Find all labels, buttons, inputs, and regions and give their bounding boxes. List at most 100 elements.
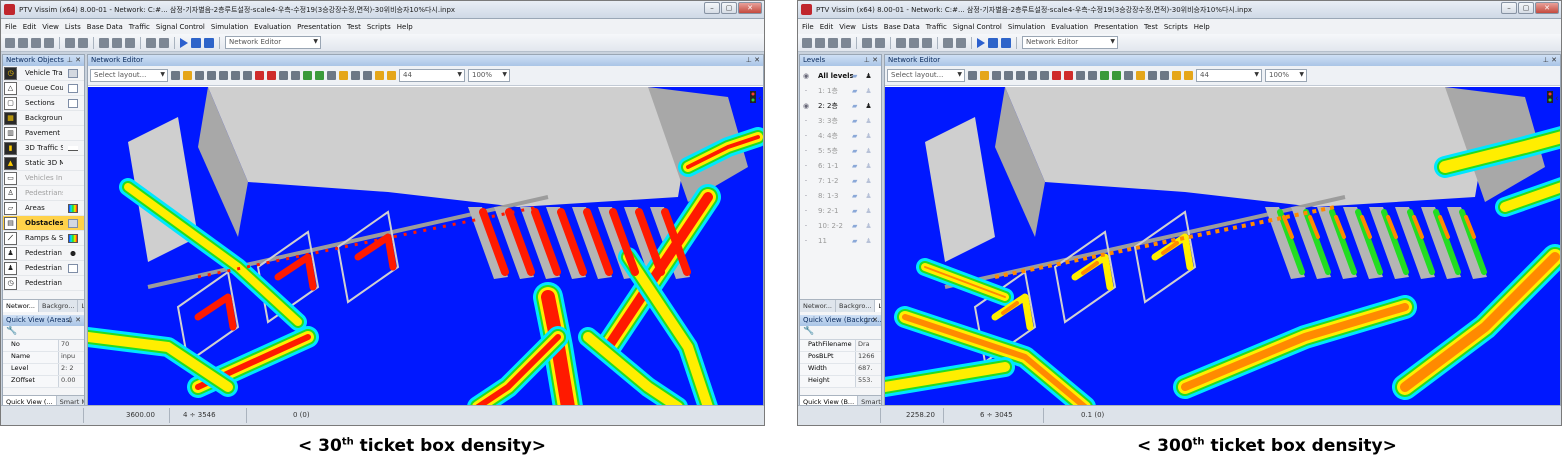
trash-icon[interactable] [231,71,240,80]
pin-icon[interactable]: ⊥ ✕ [864,56,878,64]
level-input[interactable]: 44 ▼ [399,69,465,82]
layout-select[interactable]: Select layout... ▼ [887,69,965,82]
menu-edit[interactable]: Edit [820,23,834,31]
editor-type-select[interactable]: Network Editor ▼ [1022,36,1118,49]
vehicle-visibility-icon[interactable]: ▰ [852,102,857,110]
quick-view-row[interactable]: Width 687. [800,364,881,376]
network-object-row[interactable]: ▭ Vehicles In [3,171,84,186]
network-object-row[interactable]: △ Queue Cou [3,81,84,96]
pedestrian-visibility-icon[interactable]: ♟ [865,192,871,200]
3d-icon[interactable] [159,37,169,48]
attribute-value[interactable]: Dra [856,340,870,351]
style-swatch-icon[interactable] [68,98,78,108]
record-icon[interactable] [1172,71,1181,80]
level-row[interactable]: · 9: 2-1 ▰ ♟ [800,203,881,218]
menu-view[interactable]: View [839,23,856,31]
menu-file[interactable]: File [802,23,814,31]
save-layout-icon[interactable] [841,37,851,48]
network-object-row[interactable]: ◷ Pedestrian [3,276,84,291]
wrench-icon[interactable]: 🔧 [803,326,814,336]
network-icon[interactable] [99,37,109,48]
chart-icon[interactable] [125,37,135,48]
hidden-eye-icon[interactable]: · [800,222,812,230]
level-row[interactable]: · 6: 1-1 ▰ ♟ [800,158,881,173]
menu-simulation[interactable]: Simulation [1008,23,1045,31]
attribute-value[interactable]: 0.00 [59,376,75,387]
list-icon[interactable] [112,37,122,48]
vehicle-visibility-icon[interactable]: ▰ [852,192,857,200]
network-object-row[interactable]: ▥ Pavement [3,126,84,141]
screenshot-icon[interactable] [1184,71,1193,80]
style-swatch-icon[interactable] [68,145,78,151]
pedestrian-visibility-icon[interactable]: ♟ [865,102,871,110]
hand-icon[interactable] [327,71,336,80]
vehicle-visibility-icon[interactable]: ▰ [852,207,857,215]
quick-view-row[interactable]: Name inpu [3,352,84,364]
hidden-eye-icon[interactable]: · [800,177,812,185]
back-arrow-icon[interactable] [1100,71,1109,80]
save-layout-icon[interactable] [44,37,54,48]
level-row[interactable]: · 5: 5층 ▰ ♟ [800,143,881,158]
hidden-eye-icon[interactable]: · [800,192,812,200]
style-swatch-icon[interactable] [68,218,78,228]
quick-view-row[interactable]: PosBLPt 1266 [800,352,881,364]
title-bar[interactable]: PTV Vissim (x64) 8.00-01 - Network: C:#.… [1,1,764,19]
network-object-row[interactable]: ▱ Areas [3,201,84,216]
vehicle-visibility-icon[interactable]: ▰ [852,72,857,80]
attribute-value[interactable]: 553. [856,376,872,387]
menu-edit[interactable]: Edit [23,23,37,31]
undo-icon[interactable] [862,37,872,48]
camera-icon[interactable] [363,71,372,80]
zoom-select[interactable]: 100% ▼ [468,69,510,82]
undo-icon[interactable] [65,37,75,48]
attribute-value[interactable]: 1266 [856,352,875,363]
network-object-row[interactable]: ▲ Static 3D M [3,156,84,171]
dock-tab[interactable]: Backgro... [836,300,876,312]
editor-type-select[interactable]: Network Editor ▼ [225,36,321,49]
menu-help[interactable]: Help [1194,23,1210,31]
menu-test[interactable]: Test [347,23,361,31]
forward-arrow-icon[interactable] [1112,71,1121,80]
grid-icon[interactable] [980,71,989,80]
save-icon[interactable] [31,37,41,48]
new-file-icon[interactable] [802,37,812,48]
pan-hand-icon[interactable] [1040,71,1049,80]
globe-icon[interactable] [992,71,1001,80]
network-object-row[interactable]: ⟋ Ramps & St [3,231,84,246]
zoom-extent-icon[interactable] [1064,71,1073,80]
open-file-icon[interactable] [18,37,28,48]
title-bar[interactable]: PTV Vissim (x64) 8.00-01 - Network: C:#.… [798,1,1561,19]
stop-icon[interactable] [204,37,214,48]
dock-tab[interactable]: Networ... [800,300,836,312]
pan-hand-icon[interactable] [243,71,252,80]
menu-signal-control[interactable]: Signal Control [953,23,1002,31]
pedestrian-visibility-icon[interactable]: ♟ [865,72,871,80]
menu-scripts[interactable]: Scripts [1164,23,1188,31]
chart-icon[interactable] [922,37,932,48]
wrench-icon[interactable]: 🔧 [6,326,17,336]
pedestrian-visibility-icon[interactable]: ♟ [865,237,871,245]
vehicle-visibility-icon[interactable]: ▰ [852,177,857,185]
menu-traffic[interactable]: Traffic [129,23,150,31]
zoom-out-icon[interactable] [1088,71,1097,80]
level-row[interactable]: ◉ 2: 2층 ▰ ♟ [800,98,881,113]
style-swatch-icon[interactable] [68,83,78,93]
network-object-row[interactable]: ♟ Pedestrian [3,261,84,276]
quick-view-row[interactable]: ZOffset 0.00 [3,376,84,388]
menu-evaluation[interactable]: Evaluation [254,23,291,31]
pedestrian-visibility-icon[interactable]: ♟ [865,162,871,170]
play-icon[interactable] [180,37,188,48]
minimize-button[interactable]: – [1501,2,1517,14]
redo-icon[interactable] [78,37,88,48]
close-button[interactable]: ✕ [1535,2,1559,14]
layout-select[interactable]: Select layout... ▼ [90,69,168,82]
style-swatch-icon[interactable] [68,248,78,258]
screenshot-icon[interactable] [387,71,396,80]
network-object-row[interactable]: ◷ Vehicle Tra [3,66,84,81]
menu-file[interactable]: File [5,23,17,31]
refresh-icon[interactable] [1016,71,1025,80]
record-icon[interactable] [375,71,384,80]
menu-presentation[interactable]: Presentation [297,23,341,31]
maximize-button[interactable]: ▢ [721,2,737,14]
zoom-extent-icon[interactable] [267,71,276,80]
